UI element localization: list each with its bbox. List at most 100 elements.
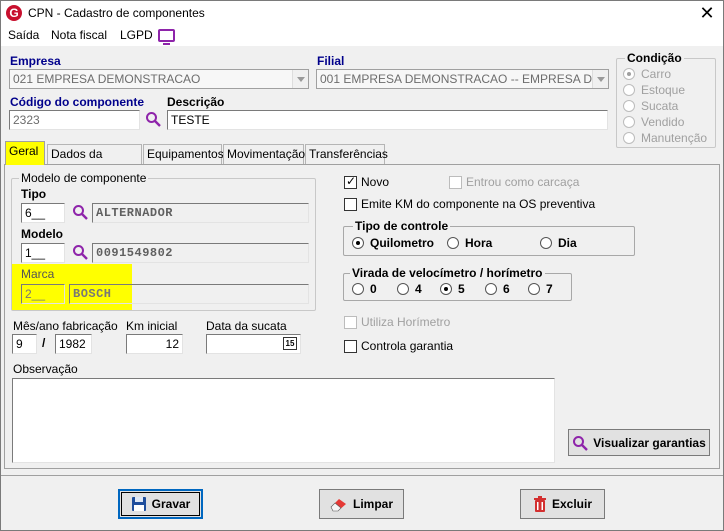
emite-km-checkbox[interactable]: [344, 198, 357, 211]
menu-lgpd[interactable]: LGPD: [120, 28, 153, 42]
emite-km-label: Emite KM do componente na OS preventiva: [361, 197, 596, 211]
condicao-label-carro: Carro: [641, 67, 672, 81]
search-icon: [573, 435, 589, 451]
fabricacao-separator: /: [42, 336, 46, 350]
trash-icon: [533, 496, 546, 512]
modelo-code-input[interactable]: 1__: [21, 243, 65, 263]
utiliza-horimetro-label: Utiliza Horímetro: [361, 315, 451, 329]
menu-nota-fiscal[interactable]: Nota fiscal: [51, 28, 107, 42]
tab-geral[interactable]: Geral: [5, 141, 45, 165]
empresa-select[interactable]: 021 EMPRESA DEMONSTRACAO: [9, 69, 309, 89]
radio-virada-0[interactable]: [352, 283, 364, 295]
condicao-radio-estoque[interactable]: [623, 84, 635, 96]
condicao-radio-vendido[interactable]: [623, 116, 635, 128]
tipo-controle-title: Tipo de controle: [353, 219, 451, 233]
entrou-carcaca-label: Entrou como carcaça: [466, 175, 580, 189]
label-virada-4: 4: [415, 282, 422, 296]
data-sucata-label: Data da sucata: [206, 319, 287, 333]
close-window-button[interactable]: ✕: [695, 3, 719, 23]
observacao-label: Observação: [13, 362, 78, 376]
modelo-group-title: Modelo de componente: [19, 171, 149, 185]
radio-virada-4[interactable]: [397, 283, 409, 295]
radio-quilometro[interactable]: [352, 237, 364, 249]
excluir-label: Excluir: [551, 497, 593, 511]
radio-dia[interactable]: [540, 237, 552, 249]
main-window: G CPN - Cadastro de componentes ✕ Saída …: [0, 0, 724, 531]
observacao-textarea[interactable]: [12, 378, 555, 463]
fabricacao-month-input[interactable]: 9: [12, 334, 37, 354]
label-hora: Hora: [465, 236, 493, 250]
app-logo-icon: G: [6, 5, 22, 21]
floppy-disk-icon: [131, 497, 146, 511]
condicao-label-sucata: Sucata: [641, 99, 679, 113]
descricao-label: Descrição: [167, 95, 225, 109]
controla-garantia-label: Controla garantia: [361, 339, 454, 353]
tipo-code-input[interactable]: 6__: [21, 203, 65, 223]
search-codigo-icon[interactable]: [145, 111, 161, 127]
filial-label: Filial: [317, 54, 345, 68]
marca-description: BOSCH: [69, 284, 309, 304]
gravar-label: Gravar: [151, 497, 191, 511]
label-virada-7: 7: [546, 282, 553, 296]
modelo-description: 0091549802: [92, 243, 309, 263]
condicao-label-estoque: Estoque: [641, 83, 686, 97]
condicao-label-vendido: Vendido: [641, 115, 685, 129]
entrou-carcaca-checkbox[interactable]: [449, 176, 462, 189]
novo-label: Novo: [361, 175, 390, 189]
km-inicial-label: Km inicial: [126, 319, 178, 333]
tipo-description: ALTERNADOR: [92, 203, 309, 223]
tab-transferencias[interactable]: Transferências: [305, 144, 388, 164]
virada-title: Virada de velocímetro / horímetro: [350, 266, 545, 280]
radio-virada-5[interactable]: [440, 283, 452, 295]
radio-virada-6[interactable]: [485, 283, 497, 295]
tipo-label: Tipo: [21, 187, 47, 201]
visualizar-garantias-button[interactable]: Visualizar garantias: [568, 429, 710, 456]
eraser-icon: [330, 499, 346, 512]
tab-movimentacao[interactable]: Movimentação: [223, 144, 305, 164]
controla-garantia-checkbox[interactable]: [344, 340, 357, 353]
label-virada-0: 0: [370, 282, 377, 296]
label-quilometro: Quilometro: [370, 236, 435, 250]
empresa-value: 021 EMPRESA DEMONSTRACAO: [13, 72, 201, 86]
tab-equipamentos[interactable]: Equipamentos: [143, 144, 224, 164]
empresa-label: Empresa: [10, 54, 61, 68]
fabricacao-label: Mês/ano fabricação: [13, 319, 118, 333]
window-title: CPN - Cadastro de componentes: [28, 6, 205, 20]
visualizar-garantias-label: Visualizar garantias: [593, 435, 706, 450]
gravar-button[interactable]: Gravar: [118, 489, 203, 519]
marca-code-input[interactable]: 2__: [21, 284, 65, 304]
novo-checkbox[interactable]: [344, 174, 357, 189]
radio-virada-7[interactable]: [528, 283, 540, 295]
limpar-label: Limpar: [352, 497, 393, 511]
condicao-radio-sucata[interactable]: [623, 100, 635, 112]
chevron-down-icon[interactable]: [292, 70, 308, 88]
condicao-radio-manutencao[interactable]: [623, 132, 635, 144]
km-inicial-input[interactable]: 12: [126, 334, 183, 354]
codigo-label: Código do componente: [10, 95, 144, 109]
menu-saida[interactable]: Saída: [8, 28, 39, 42]
marca-label: Marca: [21, 267, 55, 281]
calendar-icon[interactable]: 15: [283, 337, 297, 350]
modelo-label: Modelo: [21, 227, 63, 241]
label-virada-6: 6: [503, 282, 510, 296]
search-tipo-icon[interactable]: [72, 204, 88, 220]
search-modelo-icon[interactable]: [72, 244, 88, 260]
utiliza-horimetro-checkbox[interactable]: [344, 316, 357, 329]
monitor-icon[interactable]: [158, 29, 175, 45]
label-virada-5: 5: [458, 282, 465, 296]
codigo-input[interactable]: 2323: [9, 110, 140, 130]
limpar-button[interactable]: Limpar: [319, 489, 404, 519]
condicao-label-manutencao: Manutenção: [641, 131, 708, 145]
excluir-button[interactable]: Excluir: [520, 489, 605, 519]
radio-hora[interactable]: [447, 237, 459, 249]
condicao-title: Condição: [625, 51, 684, 65]
tab-dados-da-compra[interactable]: Dados da compra: [47, 144, 142, 179]
filial-value: 001 EMPRESA DEMONSTRACAO -- EMPRESA DEMO…: [320, 72, 609, 86]
filial-select[interactable]: 001 EMPRESA DEMONSTRACAO -- EMPRESA DEMO…: [316, 69, 609, 89]
descricao-input[interactable]: TESTE: [167, 110, 608, 130]
menu-bar: [1, 26, 723, 46]
chevron-down-icon[interactable]: [592, 70, 608, 88]
label-dia: Dia: [558, 236, 577, 250]
fabricacao-year-input[interactable]: 1982: [55, 334, 92, 354]
condicao-radio-carro[interactable]: [623, 68, 635, 80]
